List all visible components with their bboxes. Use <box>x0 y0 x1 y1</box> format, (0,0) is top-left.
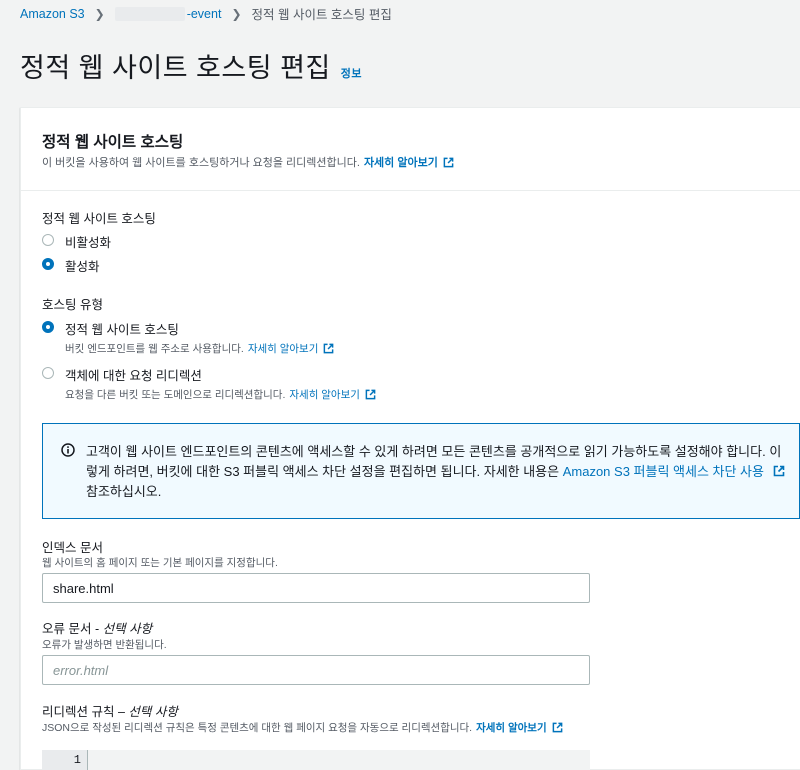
radio-static-hosting-desc: 버킷 엔드포인트를 웹 주소로 사용합니다. 자세히 알아보기 <box>65 341 334 356</box>
error-document-label-text: 오류 문서 - <box>42 622 103 636</box>
info-alert-text-after: 참조하십시오. <box>86 484 162 499</box>
redirection-rules-label-text: 리디렉션 규칙 – <box>42 705 129 719</box>
index-document-input[interactable]: share.html <box>42 573 590 603</box>
radio-redirect-circle[interactable] <box>42 367 54 379</box>
external-link-icon <box>773 465 785 477</box>
breadcrumb-bucket-link[interactable]: -event <box>187 7 222 21</box>
radio-redirect-desc: 요청을 다른 버킷 또는 도메인으로 리디렉션합니다. 자세히 알아보기 <box>65 387 376 402</box>
radio-disable[interactable]: 비활성화 <box>42 232 111 251</box>
panel-header: 정적 웹 사이트 호스팅 이 버킷을 사용하여 웹 사이트를 호스팅하거나 요청… <box>21 108 800 191</box>
info-alert-text: 고객이 웹 사이트 엔드포인트의 콘텐츠에 액세스할 수 있게 하려면 모든 콘… <box>86 442 786 502</box>
index-document-label: 인덱스 문서 <box>42 541 103 555</box>
redirection-rules-desc: JSON으로 작성된 리디렉션 규칙은 특정 콘텐츠에 대한 웹 페이지 요청을… <box>42 720 563 735</box>
hosting-label: 정적 웹 사이트 호스팅 <box>42 212 156 226</box>
radio-redirect-label: 객체에 대한 요청 리디렉션 <box>65 369 202 383</box>
error-document-input[interactable]: error.html <box>42 655 590 685</box>
breadcrumb: Amazon S3 ❯ -event ❯ 정적 웹 사이트 호스팅 편집 <box>20 4 392 23</box>
external-link-icon <box>323 343 334 354</box>
redirection-rules-optional: 선택 사항 <box>128 705 178 719</box>
redacted-bucket-prefix <box>114 6 185 21</box>
block-public-access-link[interactable]: Amazon S3 퍼블릭 액세스 차단 사용 <box>563 464 764 479</box>
external-link-icon <box>365 389 376 400</box>
panel-description-text: 이 버킷을 사용하여 웹 사이트를 호스팅하거나 요청을 리디렉션합니다. <box>42 157 360 169</box>
error-document-label: 오류 문서 - 선택 사항 <box>42 618 152 637</box>
external-link-icon <box>443 157 454 168</box>
redirection-rules-editor[interactable]: 1 <box>42 750 590 770</box>
redirection-rules-desc-text: JSON으로 작성된 리디렉션 규칙은 특정 콘텐츠에 대한 웹 페이지 요청을… <box>42 722 473 734</box>
hosting-type-label: 호스팅 유형 <box>42 298 103 312</box>
radio-enable-label: 활성화 <box>65 260 100 274</box>
external-link-icon <box>552 722 563 733</box>
radio-static-hosting-label: 정적 웹 사이트 호스팅 <box>65 323 179 337</box>
redirect-learn-more-link[interactable]: 자세히 알아보기 <box>289 387 360 402</box>
panel-title: 정적 웹 사이트 호스팅 <box>42 134 184 151</box>
radio-redirect[interactable]: 객체에 대한 요청 리디렉션 요청을 다른 버킷 또는 도메인으로 리디렉션합니… <box>42 365 376 402</box>
info-alert: 고객이 웹 사이트 엔드포인트의 콘텐츠에 액세스할 수 있게 하려면 모든 콘… <box>42 423 800 519</box>
panel-description: 이 버킷을 사용하여 웹 사이트를 호스팅하거나 요청을 리디렉션합니다. 자세… <box>42 154 454 170</box>
info-link[interactable]: 정보 <box>341 65 362 81</box>
radio-redirect-desc-text: 요청을 다른 버킷 또는 도메인으로 리디렉션합니다. <box>65 389 286 401</box>
static-hosting-panel: 정적 웹 사이트 호스팅 이 버킷을 사용하여 웹 사이트를 호스팅하거나 요청… <box>20 107 800 770</box>
radio-disable-circle[interactable] <box>42 234 54 246</box>
redirection-rules-learn-more-link[interactable]: 자세히 알아보기 <box>476 720 547 735</box>
error-document-optional: 선택 사항 <box>102 622 153 636</box>
radio-disable-label: 비활성화 <box>65 236 112 250</box>
radio-enable[interactable]: 활성화 <box>42 256 100 275</box>
editor-line-number: 1 <box>42 750 88 770</box>
radio-static-hosting-desc-text: 버킷 엔드포인트를 웹 주소로 사용합니다. <box>65 343 244 355</box>
radio-static-hosting-circle[interactable] <box>42 321 54 333</box>
page-title: 정적 웹 사이트 호스팅 편집 <box>20 53 331 83</box>
radio-enable-circle[interactable] <box>42 258 54 270</box>
chevron-right-icon: ❯ <box>94 6 105 21</box>
redirection-rules-label: 리디렉션 규칙 – 선택 사항 <box>42 701 178 720</box>
info-icon <box>61 443 75 457</box>
breadcrumb-current: 정적 웹 사이트 호스팅 편집 <box>251 8 392 22</box>
error-document-desc: 오류가 발생하면 반환됩니다. <box>42 639 167 651</box>
page-title-row: 정적 웹 사이트 호스팅 편집 정보 <box>20 46 362 85</box>
panel-learn-more-link[interactable]: 자세히 알아보기 <box>364 154 438 170</box>
chevron-right-icon: ❯ <box>231 6 242 21</box>
static-hosting-learn-more-link[interactable]: 자세히 알아보기 <box>248 341 319 356</box>
breadcrumb-s3-link[interactable]: Amazon S3 <box>20 7 85 21</box>
radio-static-hosting[interactable]: 정적 웹 사이트 호스팅 버킷 엔드포인트를 웹 주소로 사용합니다. 자세히 … <box>42 319 334 356</box>
index-document-desc: 웹 사이트의 홈 페이지 또는 기본 페이지를 지정합니다. <box>42 557 278 569</box>
